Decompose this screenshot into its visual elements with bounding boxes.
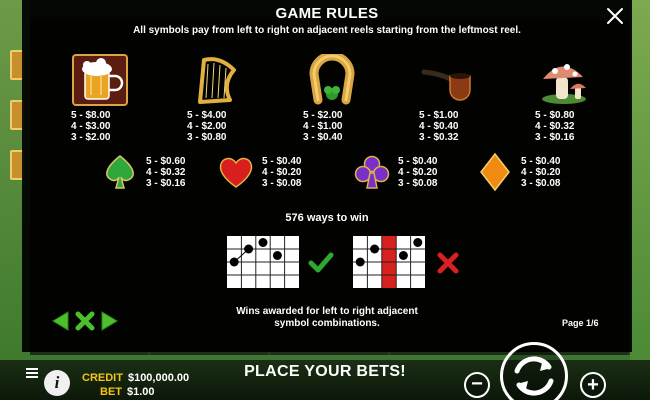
paytable-symbol-heart: 5 - $0.40 4 - $0.20 3 - $0.08 bbox=[214, 150, 324, 194]
cross-icon bbox=[437, 252, 459, 274]
mushroom-icon bbox=[542, 63, 586, 104]
pay-5: 5 - $0.60 bbox=[146, 155, 186, 167]
pay-4: 4 - $0.20 bbox=[262, 166, 302, 178]
paytable-symbol-club: 5 - $0.40 4 - $0.20 3 - $0.08 bbox=[350, 150, 460, 194]
pay-4: 4 - $0.20 bbox=[521, 166, 561, 178]
info-icon[interactable]: i bbox=[44, 370, 70, 396]
pay-4: 4 - $0.20 bbox=[398, 166, 438, 178]
beer-mug-icon bbox=[72, 53, 128, 106]
x-close-icon[interactable] bbox=[74, 310, 96, 332]
credit-label: CREDIT bbox=[82, 372, 123, 384]
pay-5: 5 - $0.40 bbox=[398, 155, 438, 167]
spin-arrows-icon bbox=[514, 356, 554, 396]
pay-3: 3 - $0.16 bbox=[146, 177, 186, 189]
modal-title: GAME RULES bbox=[275, 5, 379, 22]
pay-3: 3 - $0.08 bbox=[262, 177, 302, 189]
spade-icon bbox=[106, 155, 134, 189]
bet-display: BET $1.00 bbox=[100, 386, 155, 398]
wins-note: Wins awarded for left to right adjacent … bbox=[222, 306, 432, 330]
pay-3: 3 - $0.08 bbox=[521, 177, 561, 189]
pay-4: 4 - $0.32 bbox=[146, 166, 186, 178]
paytable-symbol-pipe: 5 - $1.00 4 - $0.40 3 - $0.32 bbox=[393, 52, 503, 143]
pay-4: 4 - $3.00 bbox=[71, 121, 111, 132]
paytable-symbol-spade: 5 - $0.60 4 - $0.32 3 - $0.16 bbox=[98, 150, 208, 194]
pay-5: 5 - $4.00 bbox=[187, 110, 227, 121]
heart-icon bbox=[219, 157, 253, 188]
wins-note-line2: symbol combinations. bbox=[274, 318, 380, 329]
spin-button[interactable] bbox=[500, 342, 568, 400]
diamond-icon bbox=[480, 152, 510, 192]
rules-navigation bbox=[50, 310, 120, 332]
increase-bet-button[interactable]: + bbox=[580, 372, 606, 398]
paytable-symbol-diamond: 5 - $0.40 4 - $0.20 3 - $0.08 bbox=[473, 150, 583, 194]
page-indicator: Page 1/6 bbox=[562, 318, 599, 328]
pay-4: 4 - $0.40 bbox=[419, 121, 459, 132]
pay-4: 4 - $2.00 bbox=[187, 121, 227, 132]
pay-5: 5 - $2.00 bbox=[303, 110, 343, 121]
paytable-symbol-horseshoe: 5 - $2.00 4 - $1.00 3 - $0.40 bbox=[277, 52, 387, 143]
menu-icon[interactable] bbox=[26, 368, 38, 378]
background-right-frame bbox=[630, 0, 650, 360]
close-icon[interactable] bbox=[605, 6, 625, 26]
bet-value: $1.00 bbox=[127, 386, 155, 398]
paytable-symbol-harp: 5 - $4.00 4 - $2.00 3 - $0.80 bbox=[161, 52, 271, 143]
game-rules-modal: GAME RULES All symbols pay from left to … bbox=[22, 0, 632, 352]
credit-value: $100,000.00 bbox=[127, 372, 190, 384]
pay-3: 3 - $0.80 bbox=[187, 132, 227, 143]
pay-4: 4 - $0.32 bbox=[535, 121, 575, 132]
pay-5: 5 - $0.80 bbox=[535, 110, 575, 121]
pay-4: 4 - $1.00 bbox=[303, 121, 343, 132]
pay-5: 5 - $0.40 bbox=[521, 155, 561, 167]
credit-display: CREDIT $100,000.00 bbox=[82, 372, 189, 384]
paytable-symbol-beer: 5 - $8.00 4 - $3.00 3 - $2.00 bbox=[45, 52, 155, 143]
invalid-ways-diagram bbox=[353, 236, 425, 288]
pipe-icon bbox=[421, 69, 471, 101]
club-icon bbox=[354, 155, 390, 189]
pay-3: 3 - $0.08 bbox=[398, 177, 438, 189]
checkmark-icon bbox=[308, 252, 334, 273]
arrow-right-icon[interactable] bbox=[100, 310, 120, 332]
pay-5: 5 - $8.00 bbox=[71, 110, 111, 121]
pay-3: 3 - $0.16 bbox=[535, 132, 575, 143]
valid-ways-diagram bbox=[227, 236, 299, 288]
paytable-symbol-mushroom: 5 - $0.80 4 - $0.32 3 - $0.16 bbox=[509, 52, 619, 143]
pay-3: 3 - $0.40 bbox=[303, 132, 343, 143]
pay-5: 5 - $0.40 bbox=[262, 155, 302, 167]
ways-to-win-label: 576 ways to win bbox=[285, 212, 369, 224]
place-bets-banner: PLACE YOUR BETS! bbox=[244, 363, 406, 380]
modal-subtitle: All symbols pay from left to right on ad… bbox=[133, 25, 521, 36]
wins-note-line1: Wins awarded for left to right adjacent bbox=[236, 306, 418, 317]
arrow-left-icon[interactable] bbox=[50, 310, 70, 332]
harp-icon bbox=[198, 56, 236, 104]
pay-3: 3 - $0.32 bbox=[419, 132, 459, 143]
horseshoe-icon bbox=[309, 53, 355, 104]
bet-label: BET bbox=[100, 386, 122, 398]
pay-3: 3 - $2.00 bbox=[71, 132, 111, 143]
decrease-bet-button[interactable]: − bbox=[464, 372, 490, 398]
pay-5: 5 - $1.00 bbox=[419, 110, 459, 121]
